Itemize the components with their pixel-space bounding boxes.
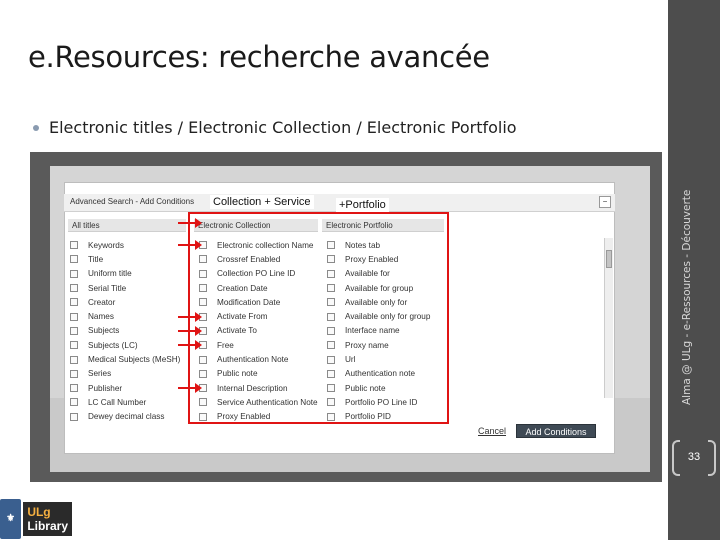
checkbox[interactable] [70, 326, 78, 335]
checkbox[interactable] [70, 284, 78, 293]
collapse-icon[interactable]: − [599, 196, 611, 208]
slide-title: e.Resources: recherche avancée [28, 40, 490, 74]
condition-row[interactable]: Keywords [70, 238, 188, 252]
condition-label: Keywords [88, 240, 124, 250]
condition-row[interactable]: LC Call Number [70, 395, 188, 409]
checkbox[interactable] [70, 355, 78, 364]
annotation-collection-service: Collection + Service [210, 195, 314, 209]
condition-row[interactable]: Series [70, 367, 188, 381]
condition-label: Medical Subjects (MeSH) [88, 355, 181, 365]
bullet-point: Electronic titles / Electronic Collectio… [33, 118, 517, 137]
annotation-portfolio: +Portfolio [336, 198, 389, 212]
arrow-icon [178, 218, 202, 228]
checkbox[interactable] [70, 312, 78, 321]
checkbox[interactable] [70, 255, 78, 264]
scrollbar-thumb[interactable] [606, 250, 612, 268]
ulg-seal-icon: ⚜ [0, 498, 22, 539]
checkbox[interactable] [70, 298, 78, 307]
column-header-all-titles[interactable]: All titles [68, 219, 186, 232]
condition-label: Subjects (LC) [88, 340, 138, 350]
arrow-icon [178, 326, 202, 336]
arrow-icon [178, 383, 202, 393]
checkbox[interactable] [70, 398, 78, 407]
highlight-box [188, 212, 449, 424]
arrow-icon [178, 240, 202, 250]
condition-row[interactable]: Uniform title [70, 267, 188, 281]
ulg-library-logo: ⚜ ULg Library [0, 497, 72, 540]
scrollbar[interactable] [604, 238, 613, 398]
checkbox[interactable] [70, 269, 78, 278]
condition-row[interactable]: Medical Subjects (MeSH) [70, 352, 188, 366]
panel-header-title: Advanced Search - Add Conditions [70, 197, 195, 206]
condition-row[interactable]: Serial Title [70, 281, 188, 295]
condition-label: Uniform title [88, 269, 132, 279]
condition-label: Series [88, 369, 112, 379]
condition-label: Dewey decimal class [88, 412, 165, 422]
ulg-logo-text: ULg Library [23, 501, 72, 536]
condition-label: Creator [88, 297, 116, 307]
condition-row[interactable]: Dewey decimal class [70, 410, 188, 424]
logo-line-1: ULg [27, 504, 51, 519]
condition-row[interactable]: Subjects (LC) [70, 338, 188, 352]
condition-label: Publisher [88, 383, 123, 393]
condition-row[interactable]: Subjects [70, 324, 188, 338]
condition-label: Title [88, 254, 104, 264]
condition-label: LC Call Number [88, 397, 147, 407]
checkbox[interactable] [70, 369, 78, 378]
page-number: 33 [687, 451, 701, 463]
condition-row[interactable]: Names [70, 309, 188, 323]
condition-label: Subjects [88, 326, 120, 336]
arrow-icon [178, 312, 202, 322]
checkbox[interactable] [70, 412, 78, 421]
logo-line-2: Library [27, 518, 68, 533]
add-conditions-button[interactable]: Add Conditions [516, 424, 596, 438]
bullet-dot-icon [33, 124, 39, 131]
cancel-link[interactable]: Cancel [478, 426, 506, 436]
checkbox[interactable] [70, 384, 78, 393]
condition-row[interactable]: Publisher [70, 381, 188, 395]
bullet-text: Electronic titles / Electronic Collectio… [49, 118, 517, 137]
condition-label: Names [88, 312, 114, 322]
side-label-text: Alma @ ULg - e-Ressources - Découverte [681, 189, 693, 405]
condition-row[interactable]: Creator [70, 295, 188, 309]
condition-label: Serial Title [88, 283, 127, 293]
checkbox[interactable] [70, 341, 78, 350]
page-number-box: 33 [672, 440, 716, 476]
condition-row[interactable]: Title [70, 252, 188, 266]
condition-list-all-titles: Keywords Title Uniform title Serial Titl… [70, 238, 188, 424]
arrow-icon [178, 340, 202, 350]
checkbox[interactable] [70, 241, 78, 250]
